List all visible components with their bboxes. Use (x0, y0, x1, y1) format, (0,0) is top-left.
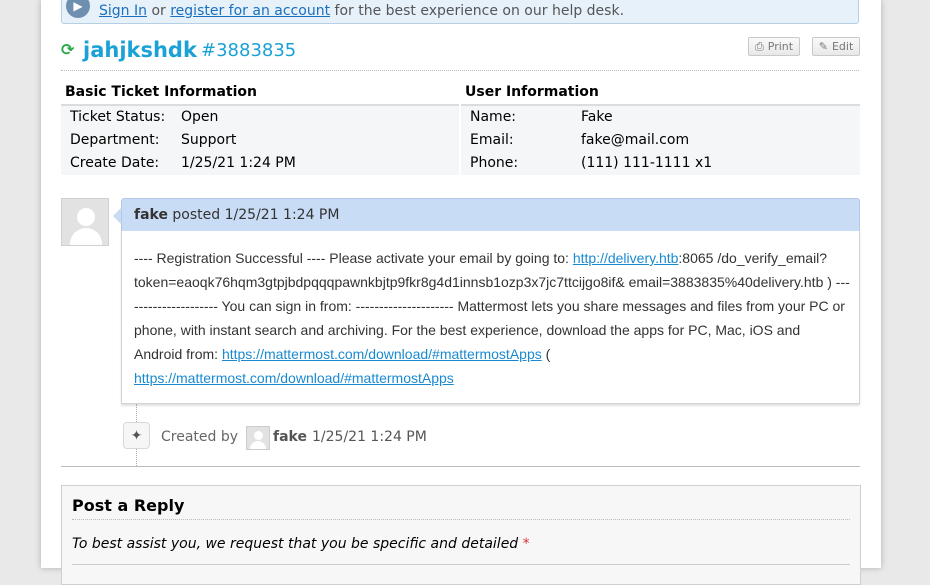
reply-hint-text: To best assist you, we request that you … (72, 536, 519, 552)
notice-or: or (151, 3, 166, 19)
basic-info-heading: Basic Ticket Information (65, 84, 257, 100)
delivery-link[interactable]: http://delivery.htb (573, 250, 679, 266)
message-date: 1/25/21 1:24 PM (224, 207, 340, 223)
event-avatar (246, 426, 270, 450)
event-date: 1/25/21 1:24 PM (312, 429, 427, 445)
edit-button[interactable]: ✎ Edit (812, 37, 860, 56)
sign-in-link[interactable]: Sign In (99, 3, 147, 19)
ticket-number: #3883835 (201, 40, 297, 61)
notice-tail: for the best experience on our help desk… (334, 3, 625, 19)
message-posted: posted (172, 207, 221, 223)
message-text-1: ---- Registration Successful ---- Please… (134, 250, 573, 266)
message-text-3: ( (541, 346, 551, 362)
edit-label: Edit (831, 40, 854, 53)
print-icon: ⎙ (754, 39, 764, 53)
divider (72, 519, 850, 520)
refresh-icon[interactable]: ⟳ (61, 42, 77, 58)
reply-hint: To best assist you, we request that you … (72, 536, 530, 552)
ticket-status-label: Ticket Status: (70, 109, 166, 125)
message-header-text: fake posted 1/25/21 1:24 PM (134, 207, 339, 223)
register-link[interactable]: register for an account (170, 3, 330, 19)
print-label: Print (767, 40, 794, 53)
reply-title: Post a Reply (72, 496, 185, 515)
department-value: Support (181, 132, 237, 148)
user-info-heading: User Information (465, 84, 599, 100)
required-mark: * (522, 536, 530, 552)
magic-wand-icon: ✦ (123, 422, 150, 449)
email-label: Email: (470, 132, 514, 148)
create-date-value: 1/25/21 1:24 PM (181, 155, 296, 171)
message-text: ---- Registration Successful ---- Please… (134, 246, 850, 390)
message-author: fake (134, 207, 168, 223)
event-user: fake (273, 429, 307, 445)
create-date-label: Create Date: (70, 155, 160, 171)
print-button[interactable]: ⎙ Print (748, 37, 800, 56)
phone-label: Phone: (470, 155, 519, 171)
created-by-text: Created by (161, 429, 239, 445)
ticket-subject: jahjkshdk (83, 38, 197, 62)
name-label: Name: (470, 109, 517, 125)
phone-value: (111) 111-1111 x1 (581, 155, 713, 171)
divider (61, 466, 860, 467)
divider (61, 70, 859, 71)
department-label: Department: (70, 132, 160, 148)
notice-text: Sign In or register for an account for t… (99, 3, 624, 19)
edit-icon: ✎ (818, 40, 828, 53)
email-value: fake@mail.com (581, 132, 690, 148)
avatar (61, 198, 109, 246)
name-value: Fake (581, 109, 613, 125)
mattermost-download-link[interactable]: https://mattermost.com/download/#matterm… (222, 346, 542, 362)
message-pointer (113, 208, 121, 224)
ticket-status-value: Open (181, 109, 219, 125)
mattermost-download-link-2[interactable]: https://mattermost.com/download/#matterm… (134, 370, 454, 386)
divider (72, 564, 850, 565)
